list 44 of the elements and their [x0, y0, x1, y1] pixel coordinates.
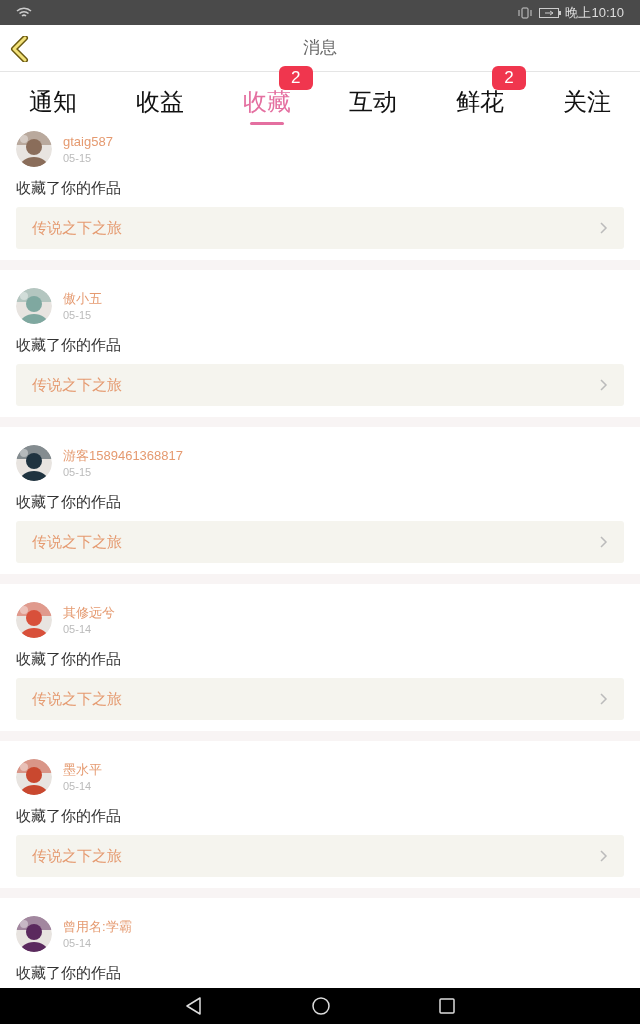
battery-icon	[539, 6, 562, 19]
work-link[interactable]: 传说之下之旅	[16, 835, 624, 877]
count-badge: 2	[278, 66, 313, 90]
chevron-icon	[600, 222, 608, 234]
tab[interactable]: 通知	[25, 72, 82, 128]
chevron-icon	[600, 693, 608, 705]
chevron-icon	[600, 536, 608, 548]
status-time: 晚上10:10	[565, 3, 624, 22]
message-date: 05-14	[63, 621, 93, 637]
count-badge: 2	[492, 66, 526, 90]
user-name[interactable]: 其修远兮	[63, 603, 115, 621]
tab[interactable]: 互动	[345, 72, 402, 128]
tab[interactable]: 收益	[132, 72, 188, 128]
user-name[interactable]: 曾用名:学霸	[63, 917, 132, 935]
back-icon	[10, 36, 30, 62]
message-date: 05-14	[63, 778, 93, 794]
chevron-icon	[600, 850, 608, 862]
back-icon[interactable]	[184, 997, 203, 1015]
chevron-icon	[600, 379, 608, 391]
work-link[interactable]: 传说之下之旅	[16, 521, 624, 563]
message-text: 收藏了你的作品	[16, 493, 122, 511]
work-link[interactable]: 传说之下之旅	[16, 364, 624, 406]
message-text: 收藏了你的作品	[16, 807, 122, 825]
user-name[interactable]: 傲小五	[63, 289, 102, 307]
work-link[interactable]: 传说之下之旅	[16, 678, 624, 720]
message-text: 收藏了你的作品	[16, 964, 122, 982]
recents-icon[interactable]	[439, 998, 456, 1014]
message-date: 05-15	[63, 464, 93, 480]
work-link[interactable]: 传说之下之旅	[16, 207, 624, 249]
user-name[interactable]: 墨水平	[63, 760, 102, 778]
message-text: 收藏了你的作品	[16, 650, 122, 668]
message-text: 收藏了你的作品	[16, 179, 122, 197]
vibrate-icon	[518, 6, 533, 19]
user-name[interactable]: gtaig587	[63, 132, 113, 150]
message-date: 05-15	[63, 150, 93, 166]
message-text: 收藏了你的作品	[16, 336, 122, 354]
home-icon[interactable]	[312, 997, 330, 1015]
page-title: 消息	[303, 37, 337, 60]
wifi-icon	[16, 6, 32, 19]
tab[interactable]: 关注	[558, 72, 615, 128]
message-date: 05-14	[63, 935, 93, 951]
message-date: 05-15	[63, 307, 93, 323]
user-name[interactable]: 游客1589461368817	[63, 446, 183, 464]
tab-underline	[249, 122, 284, 125]
